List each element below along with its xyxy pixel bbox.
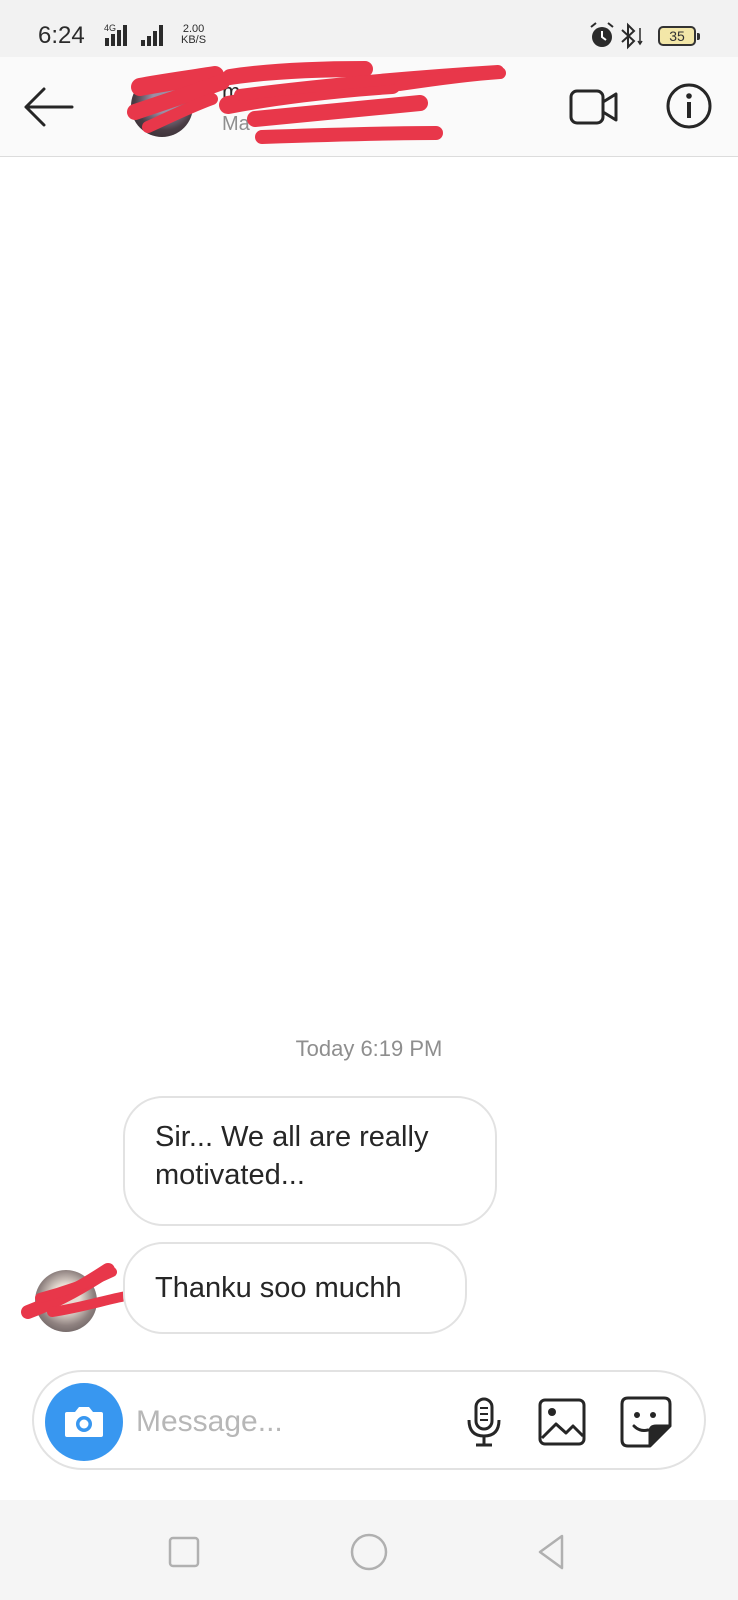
camera-icon xyxy=(65,1407,103,1437)
chat-screen: 6:24 4G 2.00 KB/S 35 m Ma Today 6:19 PM … xyxy=(0,0,738,1600)
redaction-scribble xyxy=(127,61,506,144)
status-bar: 6:24 4G 2.00 KB/S 35 xyxy=(0,0,738,57)
sticker-icon[interactable] xyxy=(618,1394,674,1450)
network-type-label: 4G xyxy=(104,23,116,33)
status-time: 6:24 xyxy=(38,22,85,49)
message-text: Thanku soo muchh xyxy=(155,1272,402,1304)
alarm-bluetooth-icons xyxy=(590,22,643,50)
contact-avatar[interactable] xyxy=(131,75,193,137)
message-bubble[interactable]: Sir... We all are really motivated... xyxy=(123,1096,497,1226)
message-text: Sir... We all are really motivated... xyxy=(155,1121,429,1191)
data-speed: 2.00 KB/S xyxy=(181,24,206,46)
message-input[interactable] xyxy=(136,1400,436,1444)
home-icon[interactable] xyxy=(347,1530,391,1574)
data-speed-unit: KB/S xyxy=(181,34,207,46)
signal-icon: 4G xyxy=(104,23,163,46)
microphone-icon[interactable] xyxy=(459,1396,509,1448)
back-icon[interactable] xyxy=(530,1530,574,1574)
gallery-icon[interactable] xyxy=(536,1396,588,1448)
video-camera-icon[interactable] xyxy=(568,87,620,127)
camera-button[interactable] xyxy=(45,1383,123,1461)
alarm-icon xyxy=(590,22,614,47)
battery-icon: 35 xyxy=(658,26,700,46)
message-bubble[interactable]: Thanku soo muchh xyxy=(123,1242,467,1334)
message-composer xyxy=(32,1370,706,1470)
info-icon[interactable] xyxy=(664,81,714,131)
contact-subtitle: Ma xyxy=(222,113,250,135)
sender-avatar[interactable] xyxy=(35,1270,97,1332)
back-arrow-icon[interactable] xyxy=(20,82,76,132)
recent-apps-icon[interactable] xyxy=(162,1530,206,1574)
contact-name[interactable]: m xyxy=(222,79,240,105)
message-timestamp: Today 6:19 PM xyxy=(295,1036,443,1061)
bluetooth-icon xyxy=(621,22,643,50)
system-nav-bar xyxy=(0,1500,738,1600)
chat-header: m Ma xyxy=(0,57,738,157)
